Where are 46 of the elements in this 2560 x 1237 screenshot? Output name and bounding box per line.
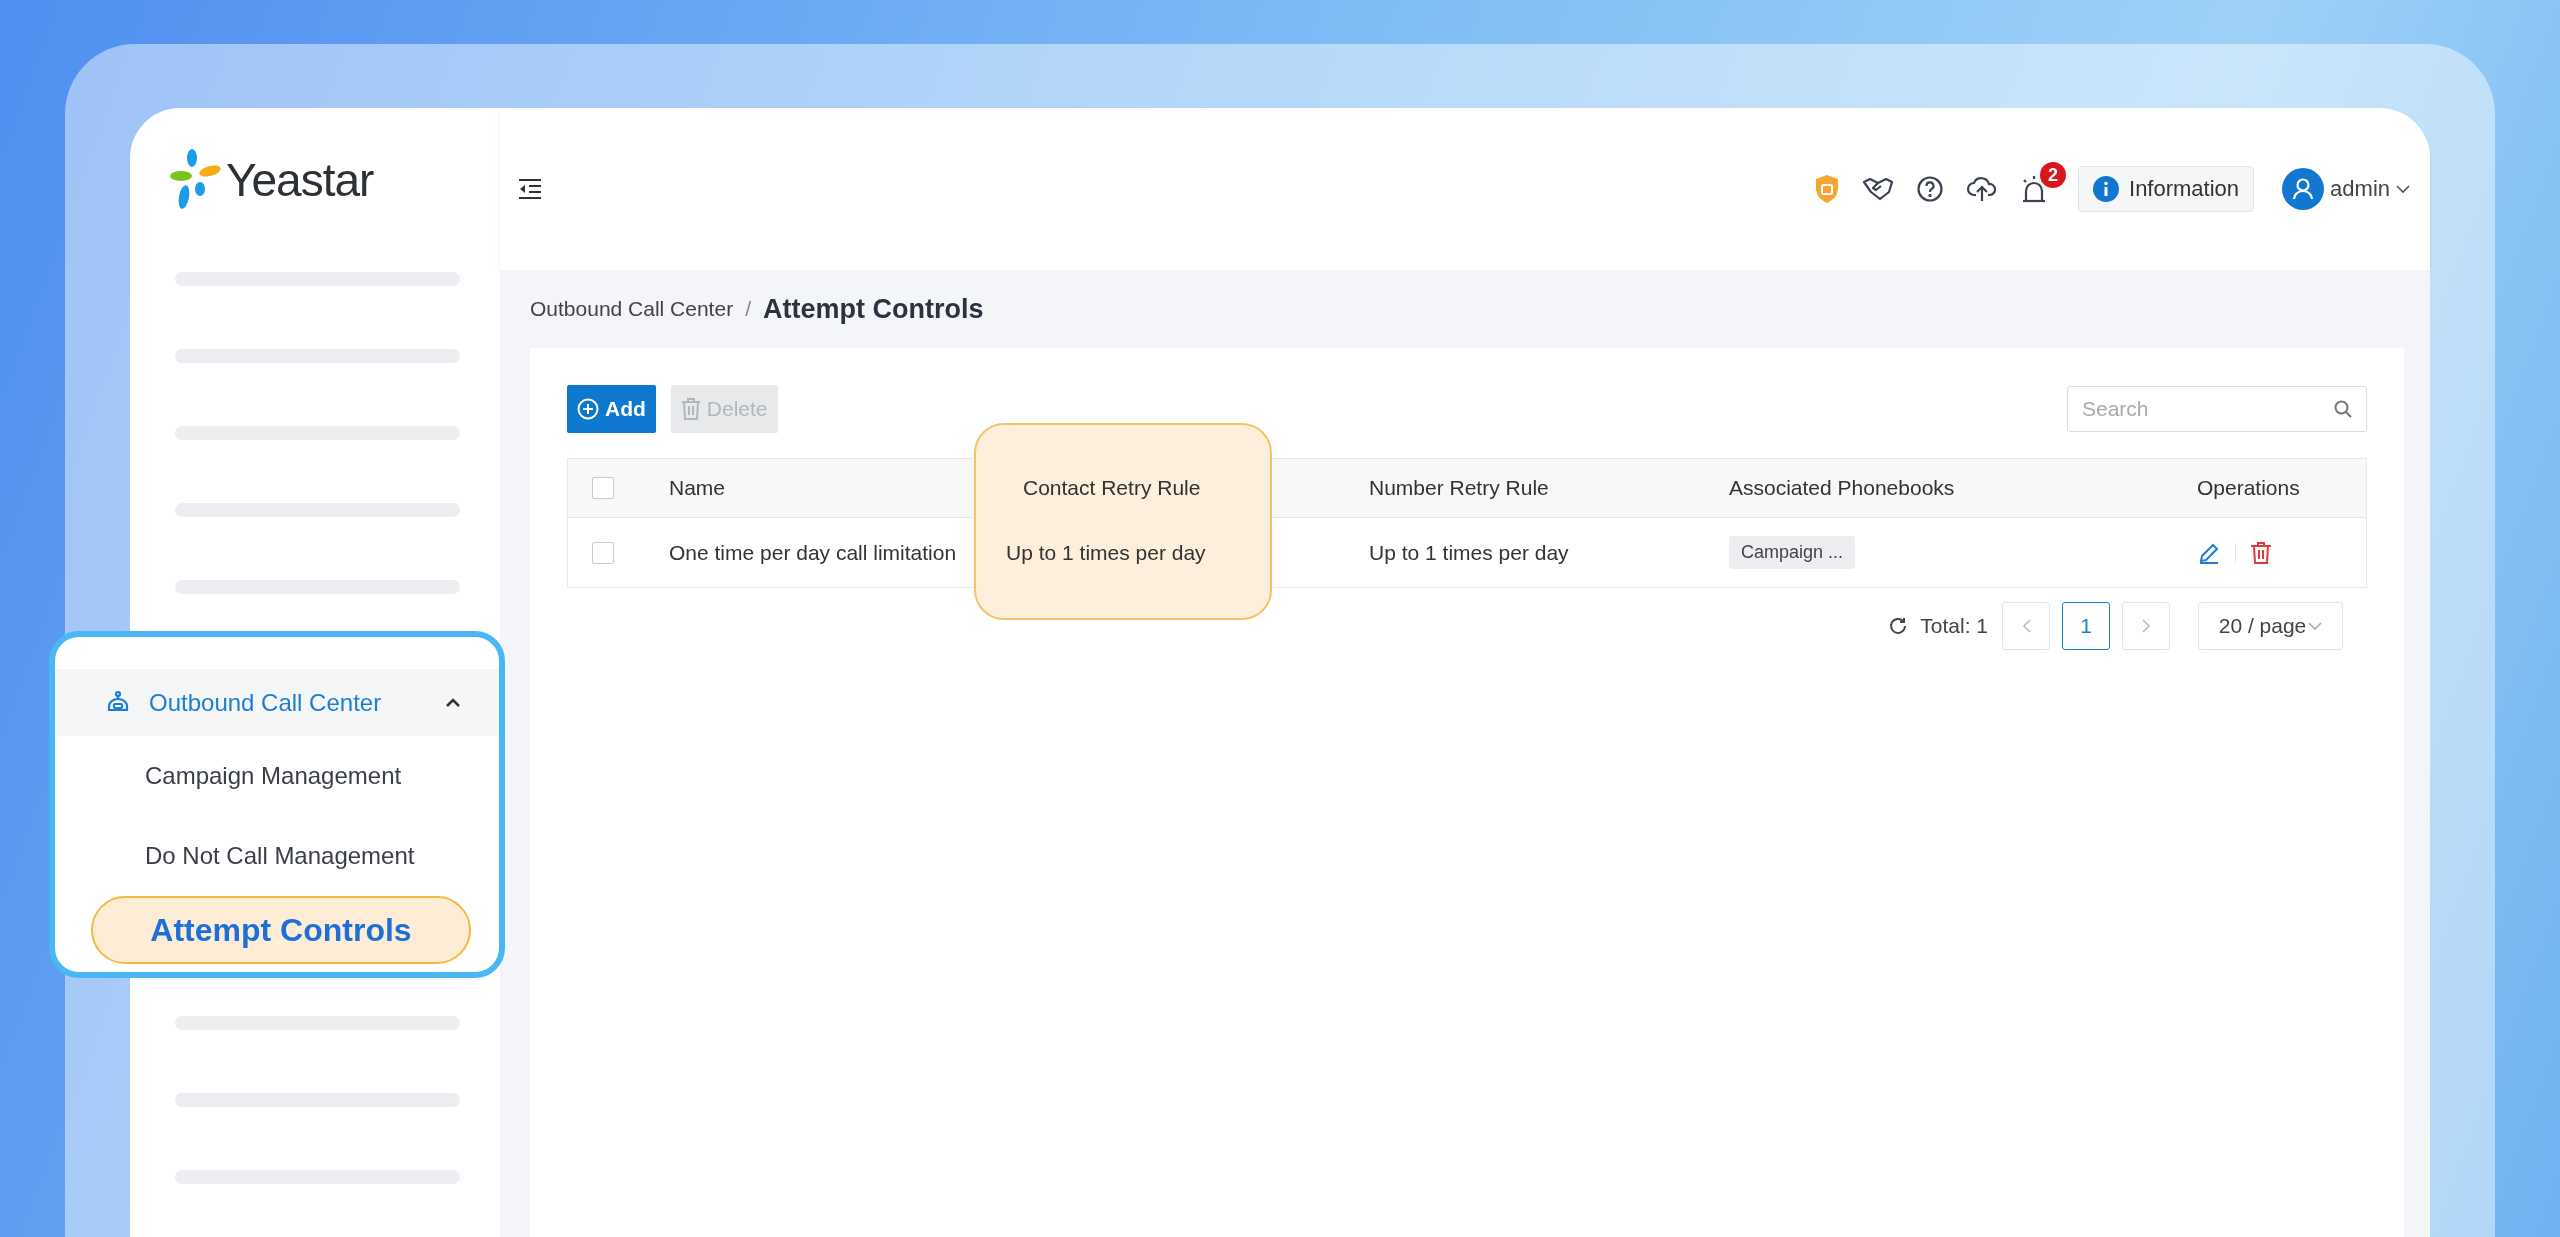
add-button[interactable]: Add <box>567 385 656 433</box>
menu-collapse-icon[interactable] <box>517 178 543 200</box>
table-cell: Up to 1 times per day <box>1369 540 1569 565</box>
avatar-icon <box>2282 168 2325 210</box>
handshake-icon[interactable] <box>1862 176 1894 202</box>
logo-mark-icon <box>170 149 222 211</box>
page-title: Attempt Controls <box>762 293 984 325</box>
search-icon <box>2333 399 2353 419</box>
menu-item[interactable]: Attempt Controls <box>91 896 471 964</box>
information-button[interactable]: Information <box>2078 166 2255 212</box>
column-header: Name <box>669 476 726 500</box>
menu-item[interactable]: Do Not Call Management <box>55 816 499 896</box>
column-header: Operations <box>2197 476 2300 500</box>
breadcrumb-link[interactable]: Outbound Call Center <box>530 297 734 321</box>
refresh-icon[interactable] <box>1888 616 1909 636</box>
breadcrumb-separator: / <box>745 297 751 321</box>
menu-item[interactable]: Campaign Management <box>55 736 499 816</box>
help-icon[interactable] <box>1916 175 1944 203</box>
table-cell: One time per day call limitation <box>669 540 957 565</box>
alarm-icon[interactable] <box>2020 174 2048 204</box>
search-field[interactable]: Search <box>2067 386 2367 432</box>
checkbox[interactable] <box>592 541 614 564</box>
chevron-down-icon <box>2308 621 2323 631</box>
page-button[interactable]: 1 <box>2062 602 2110 650</box>
menu-group-label: Outbound Call Center <box>149 688 383 717</box>
notification-badge: 2 <box>2040 162 2066 188</box>
chevron-right-icon <box>2141 619 2151 633</box>
plus-circle-icon <box>577 398 599 420</box>
phonebook-tag: Campaign ... <box>1729 536 1856 569</box>
user-menu[interactable]: admin <box>2282 168 2410 210</box>
chevron-down-icon <box>2396 184 2410 194</box>
column-header: Contact Retry Rule <box>1023 476 1201 500</box>
page-size-select[interactable]: 20 / page <box>2198 602 2343 650</box>
column-header: Number Retry Rule <box>1369 476 1549 500</box>
username: admin <box>2330 176 2390 202</box>
delete-icon[interactable] <box>2250 540 2272 565</box>
menu-group[interactable]: Outbound Call Center <box>55 669 499 736</box>
total-count: Total: 1 <box>1920 614 1988 638</box>
info-icon <box>2093 176 2119 202</box>
table-cell: Up to 1 times per day <box>1006 540 1206 565</box>
column-header: Associated Phonebooks <box>1729 476 1955 500</box>
chevron-left-icon <box>2021 619 2031 633</box>
trash-icon <box>680 398 701 420</box>
checkbox[interactable] <box>592 477 614 499</box>
logo-text: Yeastar <box>226 153 374 207</box>
cloud-upload-icon[interactable] <box>1966 175 1998 203</box>
